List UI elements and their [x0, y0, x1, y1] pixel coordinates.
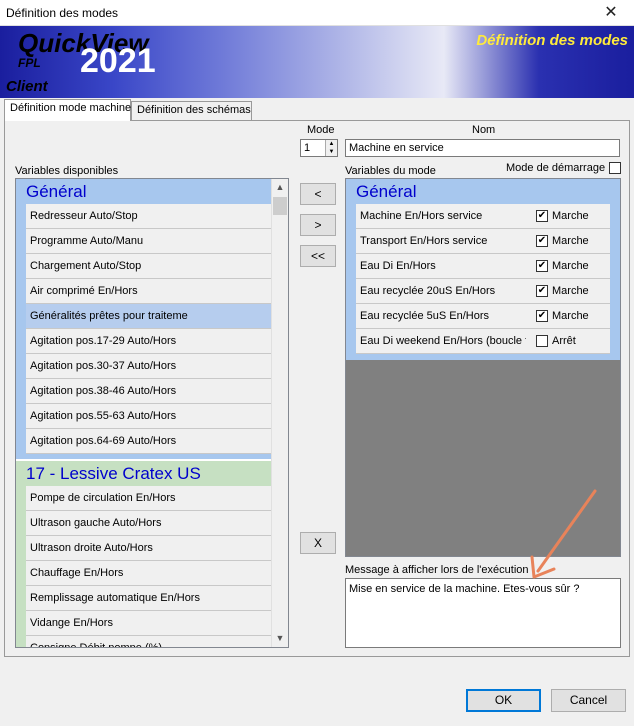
remove-button[interactable]: X	[300, 532, 336, 554]
mode-var-name: Eau Di weekend En/Hors (boucle f	[360, 335, 526, 347]
mode-var-checkbox[interactable]: ✔	[536, 210, 548, 222]
ok-button[interactable]: OK	[466, 689, 541, 712]
nom-input[interactable]: Machine en service	[345, 139, 620, 157]
mode-var-row[interactable]: Eau Di weekend En/Hors (boucle f Arrêt	[356, 329, 610, 354]
group-header: 17 - Lessive Cratex US	[26, 464, 201, 483]
mode-var-name: Eau recyclée 5uS En/Hors	[360, 310, 490, 322]
mode-var-state: Arrêt	[552, 335, 576, 347]
list-item[interactable]: Agitation pos.64-69 Auto/Hors	[26, 429, 271, 454]
list-item[interactable]: Pompe de circulation En/Hors	[26, 486, 271, 511]
mode-var-checkbox[interactable]: ✔	[536, 285, 548, 297]
vertical-scrollbar[interactable]: ▲ ▼	[271, 179, 288, 647]
list-item[interactable]: Consigne Débit pompe (%)	[26, 636, 271, 647]
banner-heading: Définition des modes	[476, 32, 628, 49]
mode-var-name: Eau recyclée 20uS En/Hors	[360, 285, 496, 297]
app-client-label: Client	[6, 78, 48, 95]
list-item[interactable]: Ultrason gauche Auto/Hors	[26, 511, 271, 536]
mode-label: Mode	[307, 124, 335, 136]
scroll-thumb[interactable]	[273, 197, 287, 215]
app-edition: FPL	[18, 56, 41, 70]
mode-var-name: Eau Di En/Hors	[360, 260, 436, 272]
list-item[interactable]: Chargement Auto/Stop	[26, 254, 271, 279]
mode-var-row[interactable]: Transport En/Hors service ✔ Marche	[356, 229, 610, 254]
list-item[interactable]: Remplissage automatique En/Hors	[26, 586, 271, 611]
tab-definition-schemas[interactable]: Définition des schémas	[131, 101, 252, 120]
mode-variables-list[interactable]: Général Machine En/Hors service ✔ Marche…	[345, 178, 621, 557]
mode-var-state: Marche	[552, 310, 589, 322]
mode-var-checkbox[interactable]: ✔	[536, 260, 548, 272]
mode-group-general: Général Machine En/Hors service ✔ Marche…	[346, 179, 620, 360]
mode-var-state: Marche	[552, 260, 589, 272]
list-item[interactable]: Agitation pos.38-46 Auto/Hors	[26, 379, 271, 404]
group-general: Général Redresseur Auto/Stop Programme A…	[16, 179, 288, 459]
startup-mode-checkbox[interactable]	[609, 162, 621, 174]
app-year: 2021	[80, 42, 156, 80]
title-bar: Définition des modes ✕	[0, 0, 634, 26]
mode-var-name: Transport En/Hors service	[360, 235, 488, 247]
mode-var-row[interactable]: Eau recyclée 5uS En/Hors ✔ Marche	[356, 304, 610, 329]
move-left-button[interactable]: <	[300, 183, 336, 205]
group-lessive-cratex: 17 - Lessive Cratex US Pompe de circulat…	[16, 461, 288, 647]
scroll-down-icon[interactable]: ▼	[272, 630, 288, 647]
mode-var-checkbox[interactable]: ✔	[536, 310, 548, 322]
header-banner: QuickView 2021 FPL Client Définition des…	[0, 26, 634, 98]
mode-var-state: Marche	[552, 285, 589, 297]
available-variables-label: Variables disponibles	[15, 165, 119, 177]
message-textarea[interactable]: Mise en service de la machine. Etes-vous…	[345, 578, 621, 648]
message-label: Message à afficher lors de l'exécution	[345, 564, 529, 576]
list-item[interactable]: Vidange En/Hors	[26, 611, 271, 636]
startup-mode-label: Mode de démarrage	[506, 162, 606, 174]
spin-up-icon[interactable]: ▲	[325, 140, 337, 148]
list-item-selected[interactable]: Généralités prêtes pour traiteme	[26, 304, 271, 329]
list-item[interactable]: Ultrason droite Auto/Hors	[26, 536, 271, 561]
mode-var-checkbox[interactable]	[536, 335, 548, 347]
list-item[interactable]: Air comprimé En/Hors	[26, 279, 271, 304]
mode-spinner[interactable]: 1 ▲ ▼	[300, 139, 338, 157]
move-right-button[interactable]: >	[300, 214, 336, 236]
list-item[interactable]: Programme Auto/Manu	[26, 229, 271, 254]
list-item[interactable]: Agitation pos.30-37 Auto/Hors	[26, 354, 271, 379]
nom-label: Nom	[472, 124, 496, 136]
move-all-left-button[interactable]: <<	[300, 245, 336, 267]
mode-var-state: Marche	[552, 210, 589, 222]
tab-definition-mode-machine[interactable]: Définition mode machine	[4, 99, 131, 121]
mode-var-row[interactable]: Eau recyclée 20uS En/Hors ✔ Marche	[356, 279, 610, 304]
mode-var-row[interactable]: Machine En/Hors service ✔ Marche	[356, 204, 610, 229]
spin-down-icon[interactable]: ▼	[325, 148, 337, 156]
cancel-button[interactable]: Cancel	[551, 689, 626, 712]
mode-var-name: Machine En/Hors service	[360, 210, 483, 222]
mode-variables-label: Variables du mode	[345, 165, 436, 177]
list-item[interactable]: Agitation pos.17-29 Auto/Hors	[26, 329, 271, 354]
list-item[interactable]: Redresseur Auto/Stop	[26, 204, 271, 229]
close-icon[interactable]: ✕	[588, 0, 634, 26]
mode-var-row[interactable]: Eau Di En/Hors ✔ Marche	[356, 254, 610, 279]
list-item[interactable]: Agitation pos.55-63 Auto/Hors	[26, 404, 271, 429]
mode-var-state: Marche	[552, 235, 589, 247]
mode-var-checkbox[interactable]: ✔	[536, 235, 548, 247]
group-header: Général	[26, 182, 87, 201]
window-title: Définition des modes	[6, 6, 119, 20]
mode-group-header: Général	[356, 182, 417, 201]
mode-value: 1	[304, 142, 311, 154]
scroll-up-icon[interactable]: ▲	[272, 179, 288, 196]
available-variables-list[interactable]: Général Redresseur Auto/Stop Programme A…	[15, 178, 289, 648]
list-item[interactable]: Chauffage En/Hors	[26, 561, 271, 586]
